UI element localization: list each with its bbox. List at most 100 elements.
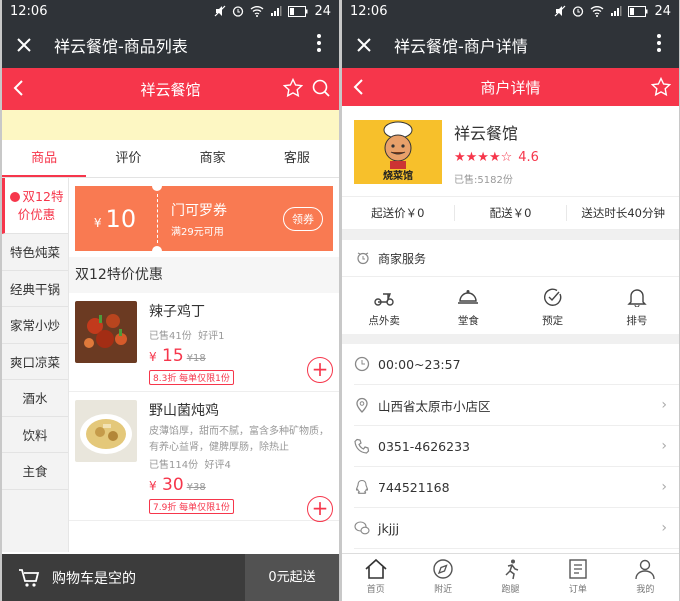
coupon-divider — [157, 194, 158, 243]
back-button[interactable] — [352, 78, 364, 100]
wifi-icon — [591, 6, 604, 17]
user-icon — [635, 559, 656, 580]
order-list-icon — [569, 559, 587, 579]
detail-header: 商户详情 — [342, 68, 679, 106]
service-dine-in[interactable]: 堂食 — [426, 287, 510, 328]
location-pin-icon — [356, 397, 368, 413]
shop-sold: 已售:5182份 — [454, 175, 513, 186]
window-titlebar: 祥云餐馆-商品列表 — [2, 22, 339, 68]
close-button[interactable] — [352, 33, 376, 57]
category-item[interactable]: 主食 — [2, 453, 68, 490]
category-item[interactable]: 特色炖菜 — [2, 234, 68, 271]
chevron-left-icon — [353, 79, 363, 95]
back-button[interactable] — [12, 79, 24, 101]
services-row: 点外卖 堂食 预定 排号 — [342, 276, 679, 334]
address-row[interactable]: 山西省太原市小店区 › — [354, 385, 679, 426]
category-item[interactable]: 酒水 — [2, 380, 68, 417]
more-menu-button[interactable] — [649, 34, 669, 56]
star-icon[interactable] — [283, 78, 303, 98]
menu-body: 双12特价优惠 特色炖菜 经典干锅 家常小炒 爽口凉菜 酒水 饮料 主食 ¥10… — [2, 178, 339, 552]
dish-name: 辣子鸡丁 — [149, 304, 205, 320]
dish-stats: 已售41份 好评1 — [149, 331, 225, 342]
more-vertical-icon — [317, 34, 321, 52]
runner-icon — [504, 559, 518, 580]
nav-nearby[interactable]: 附近 — [409, 554, 476, 601]
chevron-right-icon: › — [661, 397, 667, 413]
category-item[interactable]: 爽口凉菜 — [2, 344, 68, 380]
nav-profile[interactable]: 我的 — [612, 554, 679, 601]
delivery-time: 送达时长40分钟 — [581, 206, 665, 220]
dish-item[interactable]: 野山菌炖鸡 皮薄馅厚，甜而不腻，富含多种矿物质，有养心益肾，健脾厚肠，除热止 已… — [69, 392, 339, 522]
battery-level: 24 — [314, 3, 331, 19]
dish-item[interactable]: 辣子鸡丁 已售41份 好评1 ¥ 15 ¥18 8.3折 每单仅限1份 + — [69, 293, 339, 392]
category-item[interactable]: 经典干锅 — [2, 271, 68, 307]
tab-merchant[interactable]: 商家 — [171, 140, 255, 177]
signal-icon — [271, 6, 282, 16]
qq-number: 744521168 — [378, 479, 450, 495]
coupon-condition: 满29元可用 — [171, 226, 224, 238]
discount-badge: 7.9折 每单仅限1份 — [149, 499, 234, 514]
shop-logo: 烧菜馆 — [354, 120, 442, 184]
category-item-promo[interactable]: 双12特价优惠 — [2, 178, 68, 234]
service-takeout[interactable]: 点外卖 — [342, 287, 426, 328]
chevron-right-icon: › — [661, 438, 667, 454]
more-menu-button[interactable] — [309, 34, 329, 56]
dish-stats: 已售114份 好评4 — [149, 460, 231, 471]
nav-orders[interactable]: 订单 — [544, 554, 611, 601]
detail-title: 商户详情 — [480, 78, 541, 97]
cart-bar: 购物车是空的 0元起送 — [2, 554, 339, 601]
cart-button[interactable]: 购物车是空的 — [2, 568, 245, 588]
add-to-cart-button[interactable]: + — [307, 357, 333, 383]
phone-icon — [354, 438, 370, 454]
wechat-row[interactable]: jkjjj › — [354, 508, 679, 549]
chevron-right-icon: › — [661, 520, 667, 536]
tab-bar: 商品 评价 商家 客服 — [2, 140, 339, 178]
scooter-icon — [374, 293, 394, 306]
dish-image — [75, 301, 137, 363]
service-reserve[interactable]: 预定 — [511, 287, 595, 328]
phone-row[interactable]: 0351-4626233 › — [354, 426, 679, 467]
claim-coupon-button[interactable]: 领券 — [283, 206, 323, 231]
business-hours-row: 00:00~23:57 — [354, 344, 679, 385]
window-title: 祥云餐馆-商户详情 — [394, 37, 528, 56]
nav-home[interactable]: 首页 — [342, 554, 409, 601]
close-button[interactable] — [12, 33, 36, 57]
merchant-detail-screen: 12:06 24 祥云餐馆-商户详情 商户详情 烧菜馆 祥云餐馆 ★★★★☆ 4… — [342, 0, 679, 601]
mute-icon — [215, 5, 226, 17]
cart-icon — [19, 568, 40, 587]
min-order-label: 0元起送 — [245, 554, 339, 601]
add-to-cart-button[interactable]: + — [307, 496, 333, 522]
service-queue[interactable]: 排号 — [595, 287, 679, 328]
delivery-fee: 配送￥0 — [455, 205, 568, 221]
category-sidebar: 双12特价优惠 特色炖菜 经典干锅 家常小炒 爽口凉菜 酒水 饮料 主食 — [2, 178, 69, 552]
category-item[interactable]: 饮料 — [2, 417, 68, 453]
address: 山西省太原市小店区 — [378, 398, 491, 414]
alarm-icon — [233, 6, 244, 17]
battery-icon — [288, 5, 308, 17]
product-list: ¥10 门可罗券 满29元可用 领券 双12特价优惠 辣子鸡丁 已售41份 好评… — [69, 178, 339, 552]
min-price: 起送价￥0 — [342, 205, 455, 221]
status-bar: 12:06 24 — [342, 0, 679, 22]
dish-price: ¥ 30 ¥38 — [149, 475, 206, 495]
phone-number: 0351-4626233 — [378, 438, 470, 454]
alarm-icon — [573, 6, 584, 17]
category-item[interactable]: 家常小炒 — [2, 307, 68, 344]
search-icon[interactable] — [311, 78, 331, 98]
coupon-name: 门可罗券 — [171, 202, 227, 219]
tab-service[interactable]: 客服 — [255, 140, 339, 177]
rating-score: 4.6 — [518, 150, 539, 165]
coupon-notch — [152, 246, 162, 256]
status-time: 12:06 — [10, 3, 48, 19]
window-titlebar: 祥云餐馆-商户详情 — [342, 22, 679, 68]
dish-old-price: ¥18 — [186, 353, 206, 364]
chevron-right-icon: › — [661, 479, 667, 495]
tab-reviews[interactable]: 评价 — [86, 140, 170, 177]
shop-header: 祥云餐馆 — [2, 68, 339, 110]
dish-price: ¥ 15 ¥18 — [149, 346, 206, 366]
qq-row[interactable]: 744521168 › — [354, 467, 679, 508]
wifi-icon — [251, 6, 264, 17]
star-icon[interactable] — [651, 77, 671, 97]
signal-icon — [611, 6, 622, 16]
nav-errand[interactable]: 跑腿 — [477, 554, 544, 601]
tab-products[interactable]: 商品 — [2, 140, 87, 177]
